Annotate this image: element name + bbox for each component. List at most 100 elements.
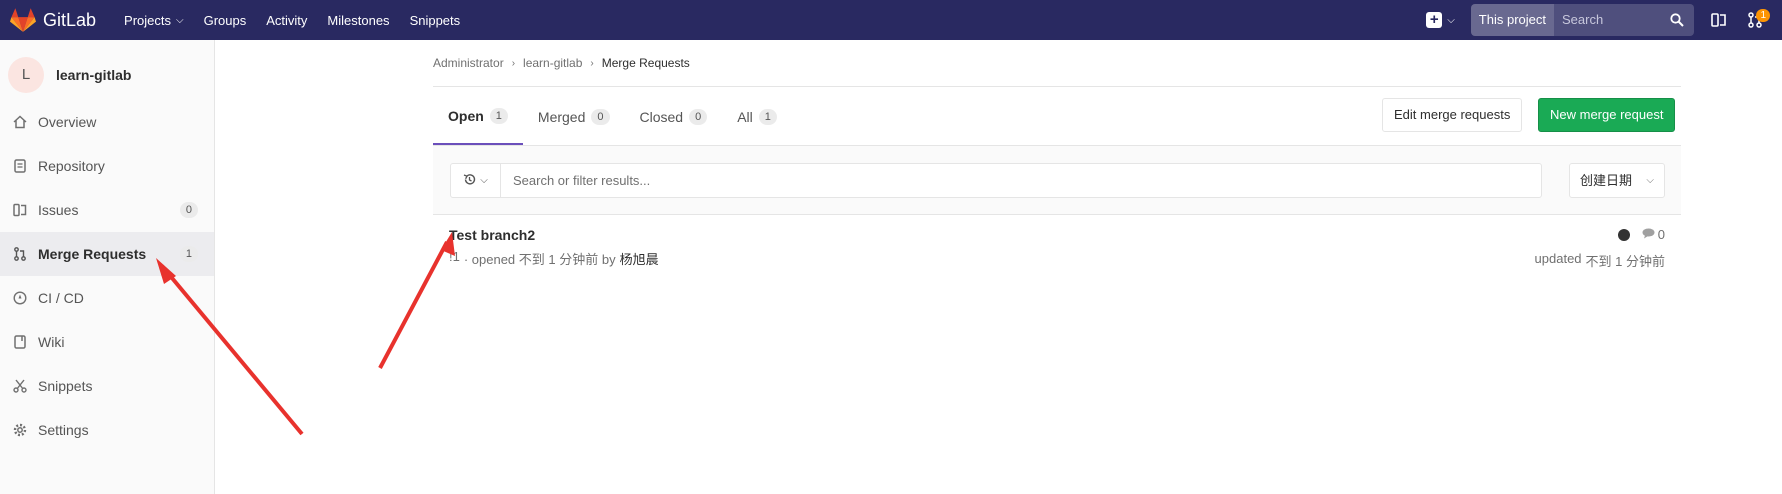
merge-request-nav-icon[interactable]: 1 <box>1746 9 1770 29</box>
issues-icon <box>12 202 28 218</box>
mr-ref: !1 <box>449 249 460 264</box>
breadcrumb-administrator[interactable]: Administrator <box>433 56 504 70</box>
nav-milestones-label: Milestones <box>327 12 390 28</box>
sidebar-item-label: Issues <box>38 202 79 218</box>
nav-milestones[interactable]: Milestones <box>327 13 389 28</box>
filter-bar: ⌵ Search or filter results... 创建日期 ⌵ <box>433 145 1681 215</box>
avatar: L <box>8 57 44 93</box>
rocket-icon <box>12 290 28 306</box>
sidebar-item-snippets[interactable]: Snippets <box>0 364 214 408</box>
plus-icon: + <box>1426 12 1443 28</box>
merge-request-icon <box>12 246 28 262</box>
tab-count-badge: 0 <box>689 108 708 125</box>
filter-search-input[interactable]: Search or filter results... <box>501 164 650 197</box>
sidebar-item-repository[interactable]: Repository <box>0 144 214 188</box>
issues-nav-icon[interactable] <box>1710 11 1728 29</box>
gitlab-logo[interactable]: GitLab <box>10 8 96 32</box>
new-dropdown-button[interactable]: + ⌵ <box>1426 12 1455 28</box>
merge-requests-count-badge: 1 <box>179 246 198 262</box>
scissors-icon <box>12 378 28 394</box>
tab-merged[interactable]: Merged 0 <box>523 88 625 145</box>
issues-count-badge: 0 <box>179 202 198 218</box>
todo-count-badge: 1 <box>1756 9 1770 22</box>
tab-open[interactable]: Open 1 <box>433 88 523 145</box>
chevron-down-icon: ⌵ <box>1447 14 1455 26</box>
sort-label: 创建日期 <box>1580 173 1633 188</box>
comments-icon <box>1642 228 1655 242</box>
mr-opened-text: · opened 不到 1 分钟前 by <box>463 252 616 267</box>
nav-activity[interactable]: Activity <box>266 13 307 28</box>
tab-label: All <box>737 108 753 125</box>
nav-projects[interactable]: Projects ⌵ <box>124 13 184 28</box>
mr-title-link[interactable]: Test branch2 <box>449 227 535 243</box>
updated-time: 不到 1 分钟前 <box>1585 254 1665 269</box>
sidebar-item-label: CI / CD <box>38 290 84 306</box>
chevron-down-icon: ⌵ <box>1646 175 1654 186</box>
divider <box>433 86 1681 87</box>
chevron-right-icon: › <box>590 57 594 69</box>
sidebar-item-merge-requests[interactable]: Merge Requests 1 <box>0 232 214 276</box>
top-navbar: GitLab Projects ⌵ Groups Activity Milest… <box>0 0 1782 40</box>
chevron-down-icon: ⌵ <box>480 175 488 186</box>
sidebar-item-wiki[interactable]: Wiki <box>0 320 214 364</box>
new-merge-request-button[interactable]: New merge request <box>1538 98 1676 132</box>
mr-author-link[interactable]: 杨旭晨 <box>620 249 659 268</box>
gear-icon <box>12 422 28 438</box>
list-item: Test branch2 !1 · opened 不到 1 分钟前 by 杨旭晨… <box>433 215 1681 275</box>
chevron-right-icon: › <box>511 57 516 69</box>
sidebar-item-issues[interactable]: Issues 0 <box>0 188 214 232</box>
tab-label: Merged <box>537 108 586 125</box>
comments-count: 0 <box>1657 227 1665 242</box>
tab-count-badge: 0 <box>591 108 610 125</box>
brand-name: GitLab <box>43 9 97 30</box>
sidebar-item-label: Overview <box>38 114 97 130</box>
tab-label: Closed <box>639 108 684 125</box>
filter-box: ⌵ Search or filter results... <box>450 163 1542 198</box>
breadcrumb: Administrator › learn-gitlab › Merge Req… <box>433 56 690 70</box>
mr-stats: 0 <box>1617 227 1665 242</box>
project-name: learn-gitlab <box>56 67 132 83</box>
search-box[interactable]: This project Search <box>1470 4 1694 36</box>
breadcrumb-current[interactable]: Merge Requests <box>602 56 690 70</box>
nav-activity-label: Activity <box>266 12 308 28</box>
nav-snippets[interactable]: Snippets <box>410 13 461 28</box>
tab-count-badge: 1 <box>489 107 508 124</box>
nav-projects-label: Projects <box>124 12 172 28</box>
nav-groups-label: Groups <box>203 12 247 28</box>
sidebar-item-label: Snippets <box>38 378 93 394</box>
sidebar-item-label: Wiki <box>38 334 65 350</box>
search-input[interactable]: Search <box>1554 4 1694 36</box>
edit-merge-requests-button[interactable]: Edit merge requests <box>1382 98 1523 132</box>
history-icon <box>463 173 476 189</box>
breadcrumb-project[interactable]: learn-gitlab <box>523 56 582 70</box>
tab-count-badge: 1 <box>758 108 777 125</box>
nav-snippets-label: Snippets <box>409 12 461 28</box>
sidebar-item-settings[interactable]: Settings <box>0 408 214 452</box>
sidebar-item-overview[interactable]: Overview <box>0 100 214 144</box>
tanuki-icon <box>10 8 36 32</box>
book-icon <box>12 334 28 350</box>
nav-groups[interactable]: Groups <box>204 13 247 28</box>
project-sidebar: L learn-gitlab Overview Repository Issue… <box>0 40 215 494</box>
home-icon <box>12 114 28 130</box>
sidebar-item-label: Merge Requests <box>38 246 147 262</box>
recent-searches-button[interactable]: ⌵ <box>451 164 501 197</box>
mr-meta: !1 · opened 不到 1 分钟前 by 杨旭晨 <box>449 249 659 268</box>
tab-all[interactable]: All 1 <box>722 88 792 145</box>
sidebar-item-label: Repository <box>38 158 105 174</box>
sidebar-item-label: Settings <box>38 422 89 438</box>
mr-state-tabs: Open 1 Merged 0 Closed 0 All 1 <box>433 88 792 145</box>
sidebar-item-ci-cd[interactable]: CI / CD <box>0 276 214 320</box>
sort-dropdown[interactable]: 创建日期 ⌵ <box>1569 163 1665 198</box>
sidebar-project-header[interactable]: L learn-gitlab <box>0 50 214 100</box>
tab-closed[interactable]: Closed 0 <box>625 88 723 145</box>
updated-label: updated <box>1534 251 1582 266</box>
tab-label: Open <box>448 107 484 124</box>
search-icon <box>1670 4 1684 36</box>
doc-icon <box>12 158 28 174</box>
assignee-avatar[interactable] <box>1617 228 1630 241</box>
search-placeholder: Search <box>1562 12 1604 27</box>
mr-updated: updated 不到 1 分钟前 <box>1535 251 1665 270</box>
chevron-down-icon: ⌵ <box>176 14 184 26</box>
search-scope[interactable]: This project <box>1470 4 1554 36</box>
